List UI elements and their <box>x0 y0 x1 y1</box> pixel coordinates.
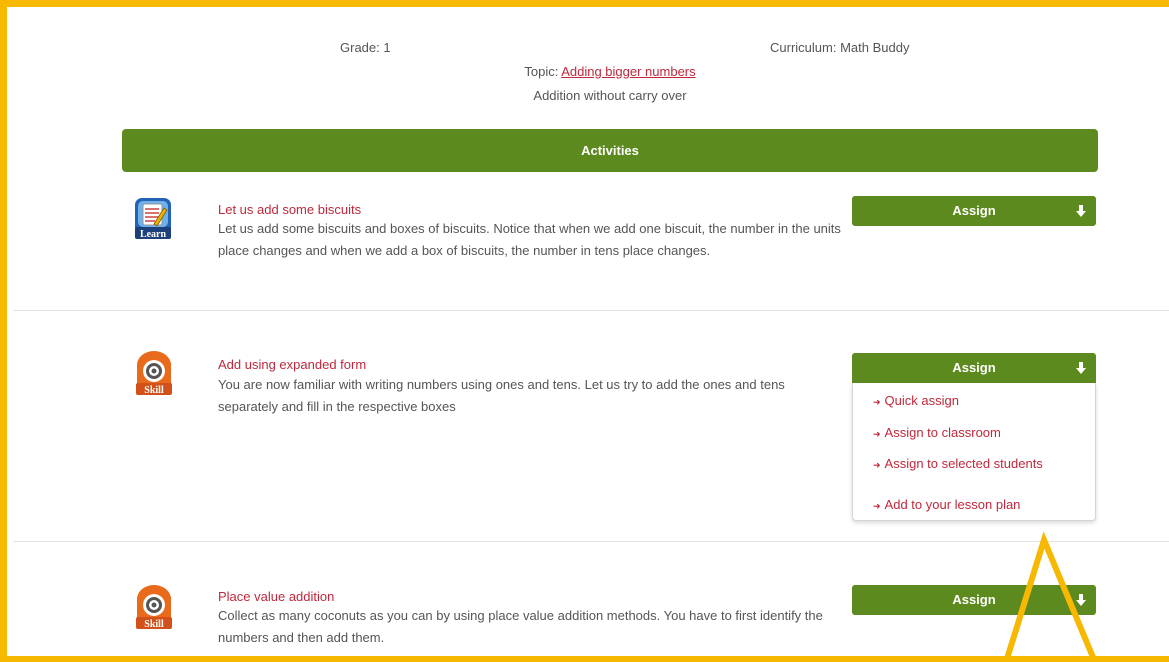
assign-dropdown-menu: ➜ Quick assign ➜ Assign to classroom ➜ Assi… <box>852 383 1096 521</box>
skill-target-icon: Skill <box>134 584 174 630</box>
assign-button-biscuits[interactable]: Assign <box>852 196 1096 226</box>
skill-target-icon: Skill <box>134 350 174 396</box>
assign-button-place-value[interactable]: Assign <box>852 585 1096 615</box>
skill-badge-label: Skill <box>144 619 164 630</box>
assign-button-label: Assign <box>952 203 996 218</box>
topic-prefix: Topic: <box>524 64 562 79</box>
learn-badge-label: Learn <box>139 229 167 240</box>
activity-title-expanded-form[interactable]: Add using expanded form <box>218 357 366 372</box>
arrow-right-icon: ➜ <box>873 501 881 511</box>
activity-description-place-value: Collect as many coconuts as you can by u… <box>218 608 823 645</box>
assign-button-label: Assign <box>952 360 996 375</box>
assign-button-expanded-form[interactable]: Assign <box>852 353 1096 383</box>
learn-notepad-icon: Learn <box>133 196 173 242</box>
skill-badge-label: Skill <box>144 385 164 396</box>
activity-description-expanded-form: You are now familiar with writing number… <box>218 377 785 414</box>
row-divider <box>13 541 1169 542</box>
row-divider <box>13 310 1169 311</box>
menu-item-add-lesson-plan[interactable]: ➜ Add to your lesson plan <box>873 497 1020 512</box>
menu-item-assign-classroom[interactable]: ➜ Assign to classroom <box>873 425 1001 440</box>
activity-title-place-value[interactable]: Place value addition <box>218 589 334 604</box>
subtopic-label: Addition without carry over <box>533 88 687 103</box>
grade-label: Grade: 1 <box>340 40 391 55</box>
arrow-down-icon <box>1076 205 1086 217</box>
arrow-right-icon: ➜ <box>873 429 881 439</box>
arrow-right-icon: ➜ <box>873 460 881 470</box>
arrow-down-icon <box>1076 594 1086 606</box>
menu-item-assign-selected-students[interactable]: ➜ Assign to selected students <box>873 456 1043 471</box>
activities-header: Activities <box>122 129 1098 172</box>
topic-line: Topic: Adding bigger numbers <box>0 64 1169 79</box>
activities-title: Activities <box>581 143 639 158</box>
activity-title-biscuits[interactable]: Let us add some biscuits <box>218 202 361 217</box>
arrow-right-icon: ➜ <box>873 397 881 407</box>
curriculum-label: Curriculum: Math Buddy <box>770 40 910 55</box>
assign-button-label: Assign <box>952 592 996 607</box>
menu-item-quick-assign[interactable]: ➜ Quick assign <box>873 393 959 408</box>
arrow-down-icon <box>1076 362 1086 374</box>
topic-link[interactable]: Adding bigger numbers <box>561 64 695 79</box>
activity-description-biscuits: Let us add some biscuits and boxes of bi… <box>218 221 841 258</box>
